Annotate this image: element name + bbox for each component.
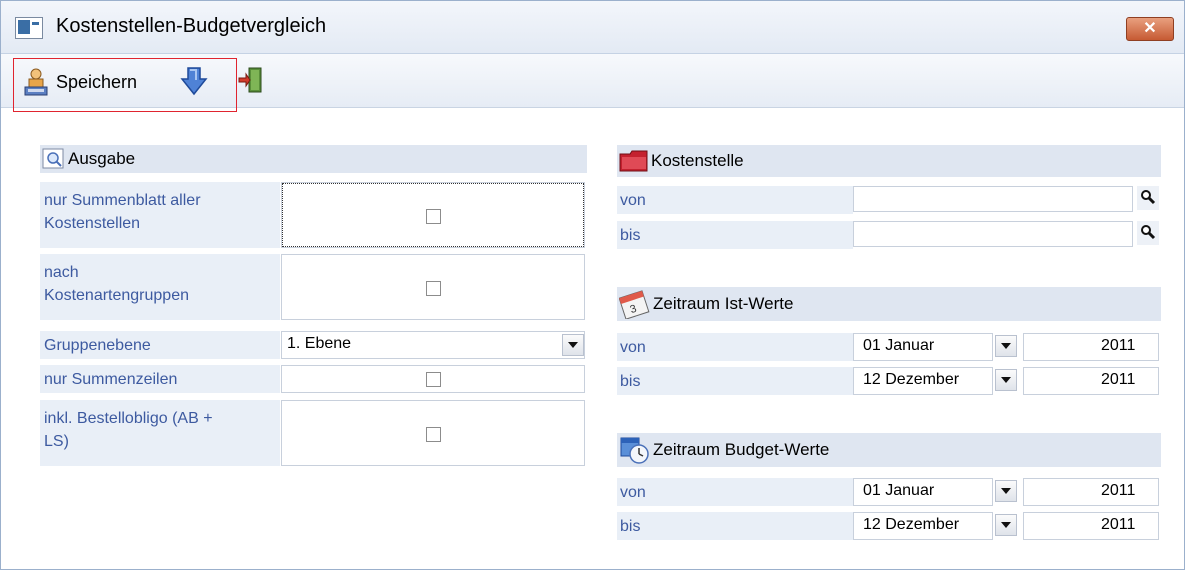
ist-werte-header: 3 Zeitraum Ist-Werte <box>617 287 1161 321</box>
ist-bis-month-value: 12 Dezember <box>863 371 960 388</box>
ist-von-year-input[interactable] <box>1023 333 1159 361</box>
budget-bis-year-value: 2011 <box>1101 516 1136 533</box>
row-bg <box>617 478 853 506</box>
ist-bis-year-value: 2011 <box>1101 371 1136 388</box>
label-budget-bis: bis <box>620 518 641 535</box>
label-ist-von: von <box>620 339 646 356</box>
summenzeilen-checkbox[interactable] <box>426 372 441 387</box>
search-icon <box>1141 225 1156 240</box>
label-nur-summenblatt-1: nur Summenblatt aller <box>44 192 201 209</box>
ist-von-year-value: 2011 <box>1101 337 1136 354</box>
chevron-down-icon[interactable] <box>995 514 1017 536</box>
budget-bis-year-input[interactable] <box>1023 512 1159 540</box>
app-window-icon <box>15 17 43 39</box>
row-bg <box>617 333 853 361</box>
chevron-down-icon[interactable] <box>995 369 1017 391</box>
kostenstelle-header: Kostenstelle <box>617 145 1161 177</box>
ist-werte-header-label: Zeitraum Ist-Werte <box>653 294 794 313</box>
window-title: Kostenstellen-Budgetvergleich <box>56 15 327 37</box>
calendar-clock-icon <box>620 437 649 464</box>
row-bg <box>617 367 853 395</box>
budget-von-month-value: 01 Januar <box>863 482 935 499</box>
bestellobligo-checkbox[interactable] <box>426 427 441 442</box>
ist-bis-year-input[interactable] <box>1023 367 1159 395</box>
label-bestellobligo-1: inkl. Bestellobligo (AB + <box>44 410 213 427</box>
arrow-down-icon[interactable] <box>180 66 208 96</box>
summenblatt-checkbox[interactable] <box>426 209 441 224</box>
chevron-down-icon[interactable] <box>995 480 1017 502</box>
chevron-down-icon[interactable] <box>562 334 584 356</box>
kostenstelle-von-input[interactable] <box>853 186 1133 212</box>
save-icon <box>24 68 48 96</box>
kostenartengruppen-checkbox[interactable] <box>426 281 441 296</box>
calendar-icon: 3 <box>619 290 650 319</box>
budget-von-year-input[interactable] <box>1023 478 1159 506</box>
gruppenebene-value: 1. Ebene <box>287 335 352 352</box>
row-bg <box>617 221 853 249</box>
label-ist-bis: bis <box>620 373 641 390</box>
save-button-label: Speichern <box>56 71 138 92</box>
row-bg <box>617 512 853 540</box>
folder-icon <box>619 150 648 172</box>
label-kst-von: von <box>620 192 646 209</box>
title-bar: Kostenstellen-Budgetvergleich ✕ <box>1 1 1184 54</box>
label-nur-summenblatt-2: Kostenstellen <box>44 215 141 232</box>
budget-bis-month-value: 12 Dezember <box>863 516 960 533</box>
kostenstelle-header-label: Kostenstelle <box>651 151 744 170</box>
kostenstelle-von-search-button[interactable] <box>1137 186 1159 210</box>
label-budget-von: von <box>620 484 646 501</box>
exit-door-icon[interactable] <box>237 66 263 94</box>
kostenstelle-bis-search-button[interactable] <box>1137 221 1159 245</box>
label-bestellobligo-2: LS) <box>44 433 69 450</box>
label-kst-bis: bis <box>620 227 641 244</box>
budget-werte-header: Zeitraum Budget-Werte <box>617 433 1161 467</box>
label-nach-kostenartengruppen-1: nach <box>44 264 79 281</box>
ausgabe-header: Ausgabe <box>40 145 587 173</box>
budget-werte-header-label: Zeitraum Budget-Werte <box>653 440 830 459</box>
label-nach-kostenartengruppen-2: Kostenartengruppen <box>44 287 189 304</box>
magnifier-page-icon <box>42 148 64 169</box>
ist-von-month-value: 01 Januar <box>863 337 935 354</box>
row-bg <box>617 186 853 214</box>
label-nur-summenzeilen: nur Summenzeilen <box>44 371 178 388</box>
kostenstelle-bis-input[interactable] <box>853 221 1133 247</box>
chevron-down-icon[interactable] <box>995 335 1017 357</box>
label-gruppenebene: Gruppenebene <box>44 337 151 354</box>
close-button[interactable]: ✕ <box>1126 17 1174 41</box>
search-icon <box>1141 190 1156 205</box>
budget-von-year-value: 2011 <box>1101 482 1136 499</box>
ausgabe-header-label: Ausgabe <box>68 149 136 168</box>
save-button[interactable]: Speichern <box>24 66 137 98</box>
